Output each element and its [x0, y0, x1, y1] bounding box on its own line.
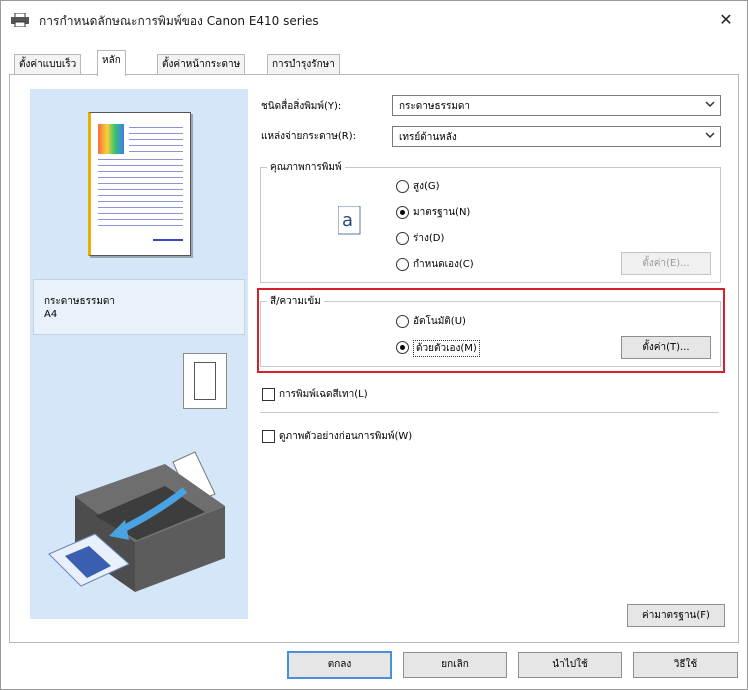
divider — [260, 412, 719, 413]
printer-illustration-icon — [48, 451, 225, 592]
grayscale-label: การพิมพ์เฉดสีเทา(L) — [279, 389, 368, 400]
close-button[interactable]: ✕ — [713, 7, 739, 33]
printer-preferences-window: การกำหนดลักษณะการพิมพ์ของ Canon E410 ser… — [0, 0, 748, 690]
chevron-down-icon — [705, 101, 715, 108]
orientation-preview — [183, 353, 227, 409]
print-quality-title: คุณภาพการพิมพ์ — [267, 160, 345, 175]
radio-button[interactable] — [396, 258, 409, 271]
svg-text:a: a — [342, 210, 353, 231]
preview-before-print-label: ดูภาพตัวอย่างก่อนการพิมพ์(W) — [279, 431, 413, 442]
printer-icon — [11, 13, 29, 27]
grayscale-checkbox[interactable] — [262, 388, 275, 401]
paper-source-dropdown[interactable]: เทรย์ด้านหลัง — [392, 126, 721, 147]
portrait-page-icon — [194, 362, 216, 400]
media-type-dropdown[interactable]: กระดาษธรรมดา — [392, 95, 721, 116]
tab-main[interactable]: หลัก — [97, 50, 126, 76]
apply-button[interactable]: นำไปใช้ — [518, 652, 622, 678]
title-bar: การกำหนดลักษณะการพิมพ์ของ Canon E410 ser… — [1, 1, 747, 39]
tab-page-setup[interactable]: ตั้งค่าหน้ากระดาษ — [157, 54, 246, 75]
radio-button[interactable] — [396, 180, 409, 193]
defaults-button[interactable]: ค่ามาตรฐาน(F) — [627, 604, 725, 627]
tab-maintenance[interactable]: การบำรุงรักษา — [267, 54, 340, 75]
window-title: การกำหนดลักษณะการพิมพ์ของ Canon E410 ser… — [39, 14, 319, 28]
paper-source-value: เทรย์ด้านหลัง — [399, 132, 457, 143]
chevron-down-icon — [705, 132, 715, 139]
print-quality-icon: a — [338, 206, 361, 235]
cancel-button[interactable]: ยกเลิก — [403, 652, 507, 678]
media-type-label: ชนิดสื่อสิ่งพิมพ์(Y): — [261, 101, 342, 112]
preview-before-print-checkbox[interactable] — [262, 430, 275, 443]
paper-source-label: แหล่งจ่ายกระดาษ(R): — [261, 131, 356, 142]
quality-set-button[interactable]: ตั้งค่า(E)... — [621, 252, 711, 275]
paper-size-text: A4 — [44, 309, 58, 320]
radio-button[interactable] — [396, 232, 409, 245]
thumbnail-image-icon — [98, 124, 124, 154]
paper-info-box: กระดาษธรรมดา A4 — [33, 279, 245, 335]
media-type-value: กระดาษธรรมดา — [399, 101, 471, 112]
radio-button-selected[interactable] — [396, 206, 409, 219]
ok-button[interactable]: ตกลง — [287, 651, 392, 679]
highlight-box — [257, 288, 725, 373]
document-preview-thumbnail — [88, 112, 191, 256]
tab-quick-setup[interactable]: ตั้งค่าแบบเร็ว — [14, 54, 82, 75]
paper-type-text: กระดาษธรรมดา — [44, 296, 116, 307]
help-button[interactable]: วิธีใช้ — [633, 652, 738, 678]
